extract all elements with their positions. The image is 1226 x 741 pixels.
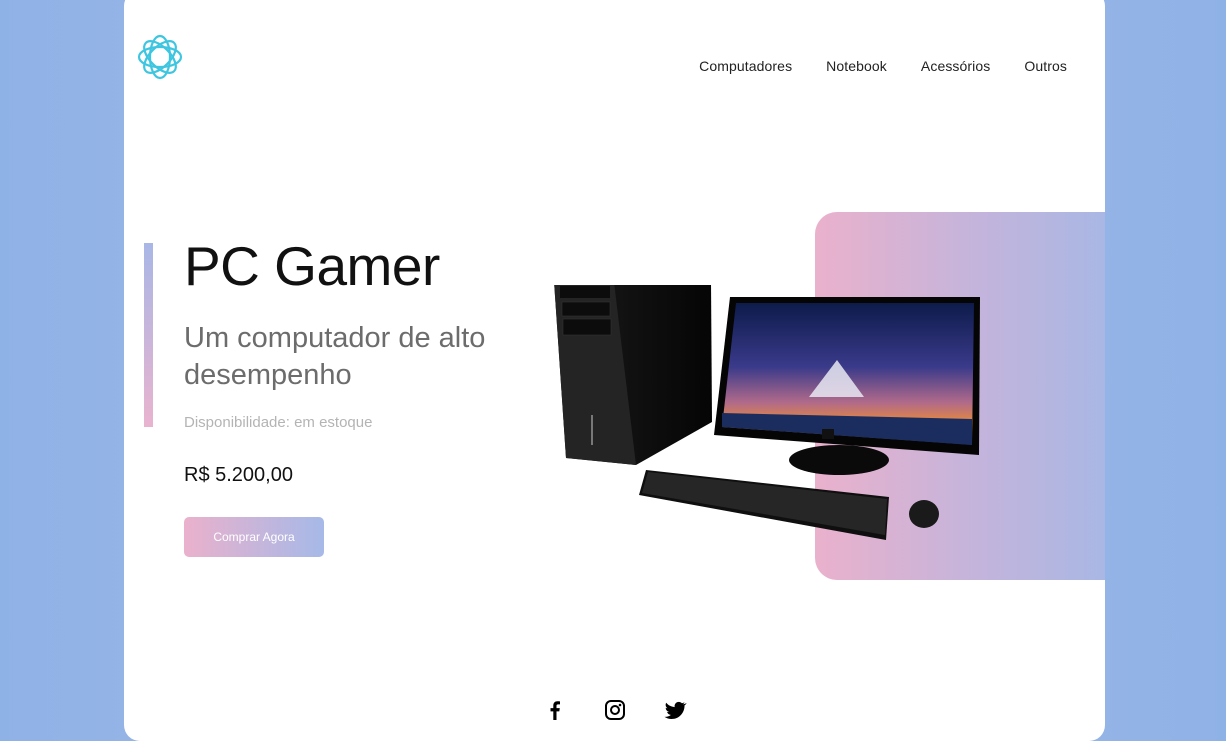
nav-item-computadores[interactable]: Computadores [699,58,792,74]
nav-item-outros[interactable]: Outros [1024,58,1067,74]
nav-item-notebook[interactable]: Notebook [826,58,887,74]
buy-now-button[interactable]: Comprar Agora [184,517,324,557]
product-price: R$ 5.200,00 [184,464,293,486]
product-subtitle: Um computador de alto desempenho [184,322,486,391]
landing-card: Computadores Notebook Acessórios Outros … [124,0,1105,741]
logo-icon[interactable] [136,34,184,80]
instagram-icon[interactable] [603,698,627,722]
product-image [554,285,980,540]
facebook-icon[interactable] [543,698,567,722]
accent-bar [144,243,153,427]
availability-text: Disponibilidade: em estoque [184,414,373,431]
twitter-icon[interactable] [663,698,687,722]
product-title: PC Gamer [184,235,440,297]
nav-item-acessorios[interactable]: Acessórios [921,58,990,74]
social-links [124,698,1105,722]
main-nav: Computadores Notebook Acessórios Outros [699,58,1067,74]
